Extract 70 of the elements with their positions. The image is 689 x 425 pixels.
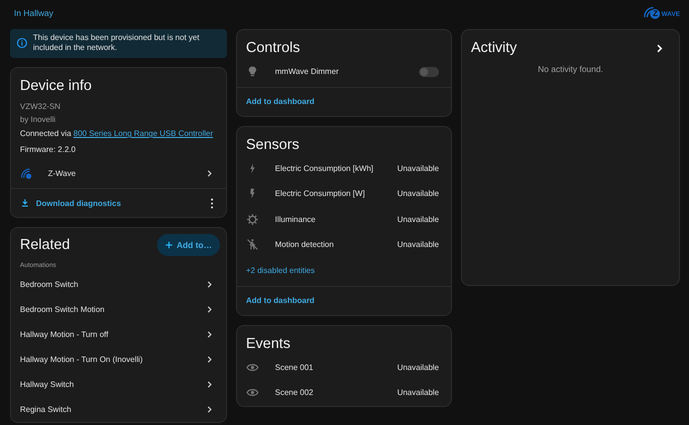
automation-item[interactable]: Regina Switch [11,397,226,422]
automation-item[interactable]: Bedroom Switch [11,272,226,297]
integration-name: Z-Wave [48,168,77,178]
entity-row[interactable]: mmWave Dimmer [237,59,451,84]
chevron-icon [205,330,214,339]
automation-item[interactable]: Bedroom Switch Motion [11,297,226,322]
automation-name: Hallway Motion - Turn On (Inovelli) [20,355,144,364]
entity-state: Unavailable [397,214,439,224]
entity-name: mmWave Dimmer [275,67,340,76]
entity-state: Unavailable [397,164,439,173]
entity-state: Unavailable [397,362,439,372]
entity-name: Electric Consumption [kWh] [275,164,374,173]
entity-name: Motion detection [275,240,335,250]
card-title: Related [19,236,71,255]
wave-icon [20,166,33,180]
entity-state: Unavailable [397,189,439,198]
wave-arcs-icon [643,6,656,18]
download-diagnostics-link[interactable]: Download diagnostics [20,198,121,208]
card-title: Sensors [245,136,300,154]
automation-name: Hallway Motion - Turn off [20,330,110,339]
plus-icon [164,241,173,249]
chevron-icon [205,355,214,364]
download-icon [20,198,30,208]
card-title: Activity [470,39,518,58]
entity-name: Electric Consumption [W] [275,189,366,198]
walking-person-icon [246,238,259,252]
automation-name: Bedroom Switch Motion [20,305,106,314]
card-title: Events [245,334,292,354]
automation-item[interactable]: Hallway Motion - Turn off [11,322,226,347]
controller-link[interactable]: 800 Series Long Range USB Controller [73,129,214,138]
chevron-icon [205,305,214,314]
entity-name: Scene 002 [275,388,314,398]
entity-name: Illuminance [275,214,316,224]
chevron-icon [205,168,214,178]
entity-row[interactable]: Scene 001 Unavailable [237,354,451,380]
info-message: This device has been provisioned but is not yet included in the network. [33,33,200,53]
chevron-icon [205,280,214,289]
logo-mark: Z [650,9,660,19]
automation-name: Hallway Switch [20,380,75,389]
add-to-dashboard-link[interactable]: Add to dashboard [246,296,314,305]
lightbulb-icon [246,65,259,78]
entity-state: Unavailable [397,240,439,250]
automation-item[interactable]: Hallway Switch [11,372,226,397]
firmware-text: Firmware: 2.2.0 [19,144,77,156]
more-options-icon[interactable] [210,198,214,208]
add-to-button[interactable]: Add to… [156,234,220,256]
sun-icon [246,212,259,226]
entity-name: Scene 001 [275,362,314,372]
connected-label: Connected via [20,129,72,138]
integration-row[interactable]: Z-Wave [11,160,226,186]
chevron-icon [205,405,214,414]
card-title: Controls [245,39,301,58]
card-title: Device info [19,77,93,96]
empty-state-text: No activity found. [536,64,604,74]
entity-row[interactable]: Scene 002 Unavailable [237,380,451,406]
entity-state: Unavailable [397,388,439,398]
chevron-icon [205,380,214,389]
info-icon [16,37,28,49]
entity-row[interactable]: Illuminance Unavailable [237,206,451,232]
automation-name: Regina Switch [20,405,72,414]
entity-row[interactable]: Electric Consumption [kWh] Unavailable [237,156,451,181]
entity-row[interactable]: Electric Consumption [W] Unavailable [237,181,451,206]
add-to-dashboard-link[interactable]: Add to dashboard [246,97,314,106]
automation-name: Bedroom Switch [20,280,80,289]
model-text: VZW32-SN [19,101,62,113]
entity-row[interactable]: Motion detection Unavailable [237,232,451,258]
area-link[interactable]: In Hallway [14,8,54,18]
automation-item[interactable]: Hallway Motion - Turn On (Inovelli) [11,347,226,372]
toggle-switch[interactable] [419,66,439,77]
manufacturer-text: by Inovelli [19,114,57,126]
